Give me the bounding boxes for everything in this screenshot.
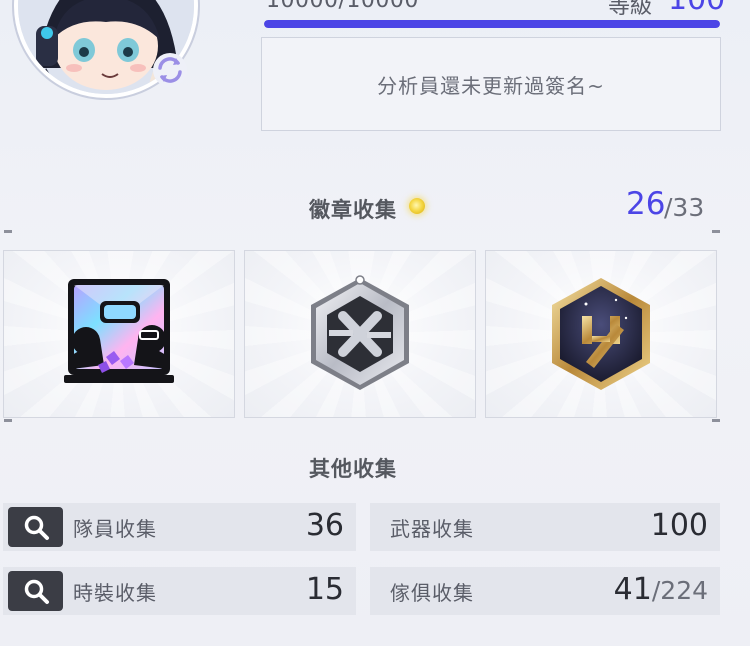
search-icon [24, 579, 49, 604]
notification-dot-icon [409, 198, 425, 214]
level-value: 100 [668, 0, 725, 17]
hologram-chat-badge-icon [64, 279, 174, 383]
stat-label: 時裝收集 [73, 581, 157, 605]
x-hexagon-badge-icon [311, 275, 409, 390]
corner-marker [4, 419, 12, 422]
badge-total: /33 [664, 193, 705, 222]
stat-member-collection[interactable]: 隊員收集 36 [3, 503, 356, 551]
corner-marker [712, 419, 720, 422]
badge-count: 26 [626, 186, 666, 222]
corner-marker [712, 230, 720, 233]
exp-progress-bar [264, 20, 720, 28]
stat-value: 100 [650, 508, 708, 543]
signature-text: 分析員還未更新過簽名~ [377, 73, 605, 98]
exp-progress-fill [264, 20, 720, 28]
stat-value: 15 [305, 572, 344, 607]
stat-weapon-collection[interactable]: 武器收集 100 [370, 503, 720, 551]
search-outfits-button[interactable] [8, 571, 63, 611]
swap-avatar-icon[interactable] [150, 50, 190, 90]
stat-value: 36 [305, 508, 344, 543]
gold-emblem-hexagon-badge-icon [552, 278, 650, 390]
exp-text: 10000/10000 [266, 0, 419, 13]
corner-marker [4, 230, 12, 233]
badge-card-2[interactable] [244, 250, 476, 418]
stat-label: 隊員收集 [73, 517, 157, 541]
stat-label: 武器收集 [390, 517, 474, 541]
stat-furniture-collection[interactable]: 傢俱收集 41/224 [370, 567, 720, 615]
search-members-button[interactable] [8, 507, 63, 547]
badge-card-3[interactable] [485, 250, 717, 418]
stat-outfit-collection[interactable]: 時裝收集 15 [3, 567, 356, 615]
stat-label: 傢俱收集 [390, 581, 474, 605]
badge-card-1[interactable] [3, 250, 235, 418]
badge-collection-title: 徽章收集 [309, 198, 397, 222]
level-label: 等級 [608, 0, 653, 19]
signature-box[interactable]: 分析員還未更新過簽名~ [261, 37, 721, 131]
stat-value: 41/224 [613, 572, 708, 607]
other-collection-title: 其他收集 [309, 457, 397, 481]
search-icon [24, 515, 49, 540]
